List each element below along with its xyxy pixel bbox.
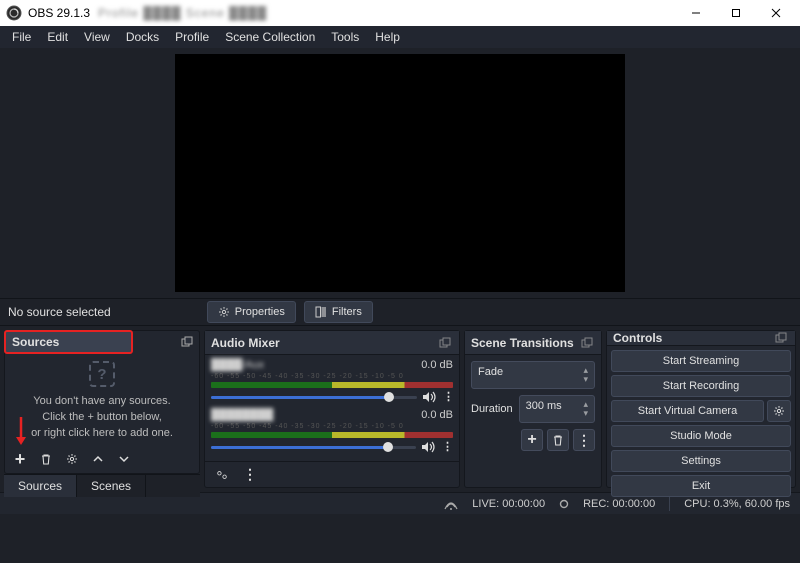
- start-virtual-camera-button[interactable]: Start Virtual Camera: [611, 400, 764, 422]
- panel-title: Controls: [613, 331, 662, 345]
- signal-icon: [444, 498, 458, 510]
- preview-canvas[interactable]: [175, 54, 625, 292]
- tab-scenes[interactable]: Scenes: [77, 475, 146, 497]
- menu-profile[interactable]: Profile: [167, 27, 217, 47]
- question-icon: ?: [89, 361, 115, 387]
- mixer-menu-button[interactable]: ⋮: [239, 464, 261, 486]
- duration-label: Duration: [471, 403, 513, 415]
- mixer-toolbar: ⋮: [205, 461, 459, 487]
- status-live: LIVE: 00:00:00: [472, 498, 545, 510]
- dock-tabs: Sources Scenes: [4, 474, 200, 497]
- menu-view[interactable]: View: [76, 27, 118, 47]
- scene-transitions-panel: Scene Transitions Fade ▴▾ Duration 300 m…: [464, 330, 602, 488]
- gears-icon: [215, 469, 229, 481]
- trash-icon: [552, 434, 564, 446]
- exit-button[interactable]: Exit: [611, 475, 791, 497]
- filters-button[interactable]: Filters: [304, 301, 373, 323]
- settings-button[interactable]: Settings: [611, 450, 791, 472]
- move-source-down-button[interactable]: [113, 448, 135, 470]
- volume-slider[interactable]: [211, 391, 417, 403]
- menu-file[interactable]: File: [4, 27, 39, 47]
- rec-dot-icon: [559, 499, 569, 509]
- kebab-icon[interactable]: ⋮: [443, 390, 453, 403]
- audio-meter: [211, 432, 453, 438]
- spinner-icon: ▴▾: [583, 400, 588, 418]
- preview-area: [0, 48, 800, 298]
- popout-icon[interactable]: [439, 337, 453, 349]
- transition-select[interactable]: Fade ▴▾: [471, 361, 595, 389]
- controls-panel: Controls Start Streaming Start Recording…: [606, 330, 796, 488]
- menu-tools[interactable]: Tools: [323, 27, 367, 47]
- window-titlebar: OBS 29.1.3 Profile ████ Scene ████: [0, 0, 800, 26]
- remove-transition-button[interactable]: [547, 429, 569, 451]
- popout-icon[interactable]: [181, 336, 193, 348]
- gear-icon: [66, 453, 78, 465]
- panel-title: Audio Mixer: [211, 336, 280, 350]
- start-recording-button[interactable]: Start Recording: [611, 375, 791, 397]
- volume-slider[interactable]: [211, 441, 416, 453]
- annotation-arrow-icon: [13, 415, 29, 445]
- virtual-camera-settings-button[interactable]: [767, 400, 791, 422]
- mixer-channel-label: ████████ 0.0 dB: [211, 409, 453, 421]
- chevron-up-icon: [93, 454, 103, 464]
- chevron-down-icon: [119, 454, 129, 464]
- source-infobar: No source selected Properties Filters: [0, 298, 800, 326]
- sources-panel: Sources x ? You don't have any sources. …: [4, 330, 200, 474]
- sources-toolbar: +: [5, 445, 199, 473]
- sources-empty-line: or right click here to add one.: [31, 427, 173, 439]
- meter-ticks: -60 -55 -50 -45 -40 -35 -30 -25 -20 -15 …: [211, 373, 453, 380]
- menu-docks[interactable]: Docks: [118, 27, 167, 47]
- audio-meter: [211, 382, 453, 388]
- move-source-up-button[interactable]: [87, 448, 109, 470]
- window-title-extra: Profile ████ Scene ████: [98, 6, 267, 20]
- window-close-button[interactable]: [756, 0, 796, 26]
- gear-icon: [773, 405, 785, 417]
- menu-edit[interactable]: Edit: [39, 27, 76, 47]
- studio-mode-button[interactable]: Studio Mode: [611, 425, 791, 447]
- add-source-button[interactable]: +: [9, 448, 31, 470]
- source-properties-button[interactable]: [61, 448, 83, 470]
- speaker-icon[interactable]: [422, 441, 436, 453]
- speaker-icon[interactable]: [423, 391, 437, 403]
- mixer-channel-label: ████/Aux 0.0 dB: [211, 359, 453, 371]
- popout-icon[interactable]: [775, 332, 789, 344]
- window-maximize-button[interactable]: [716, 0, 756, 26]
- tab-sources[interactable]: Sources: [4, 475, 77, 497]
- filters-icon: [315, 306, 327, 318]
- sources-empty-state[interactable]: ? You don't have any sources. Click the …: [5, 355, 199, 445]
- audio-mixer-panel: Audio Mixer ████/Aux 0.0 dB -60 -55 -50 …: [204, 330, 460, 488]
- menu-scene-collection[interactable]: Scene Collection: [217, 27, 323, 47]
- duration-input[interactable]: 300 ms ▴▾: [519, 395, 595, 423]
- sources-panel-title: Sources: [4, 330, 133, 354]
- no-source-label: No source selected: [8, 305, 131, 319]
- menu-bar: File Edit View Docks Profile Scene Colle…: [0, 26, 800, 48]
- spinner-icon: ▴▾: [583, 366, 588, 384]
- gear-icon: [218, 306, 230, 318]
- kebab-icon[interactable]: ⋮: [442, 440, 453, 453]
- advanced-audio-button[interactable]: [211, 464, 233, 486]
- transition-menu-button[interactable]: ⋮: [573, 429, 595, 451]
- properties-button[interactable]: Properties: [207, 301, 296, 323]
- obs-icon: [6, 5, 22, 21]
- menu-help[interactable]: Help: [367, 27, 408, 47]
- remove-source-button[interactable]: [35, 448, 57, 470]
- meter-ticks: -60 -55 -50 -45 -40 -35 -30 -25 -20 -15 …: [211, 423, 453, 430]
- start-streaming-button[interactable]: Start Streaming: [611, 350, 791, 372]
- popout-icon[interactable]: [581, 337, 595, 349]
- window-title: OBS 29.1.3: [28, 6, 90, 20]
- panel-title: Scene Transitions: [471, 336, 574, 350]
- window-minimize-button[interactable]: [676, 0, 716, 26]
- sources-empty-line: Click the + button below,: [42, 411, 162, 423]
- trash-icon: [40, 453, 52, 465]
- sources-empty-line: You don't have any sources.: [33, 395, 170, 407]
- add-transition-button[interactable]: +: [521, 429, 543, 451]
